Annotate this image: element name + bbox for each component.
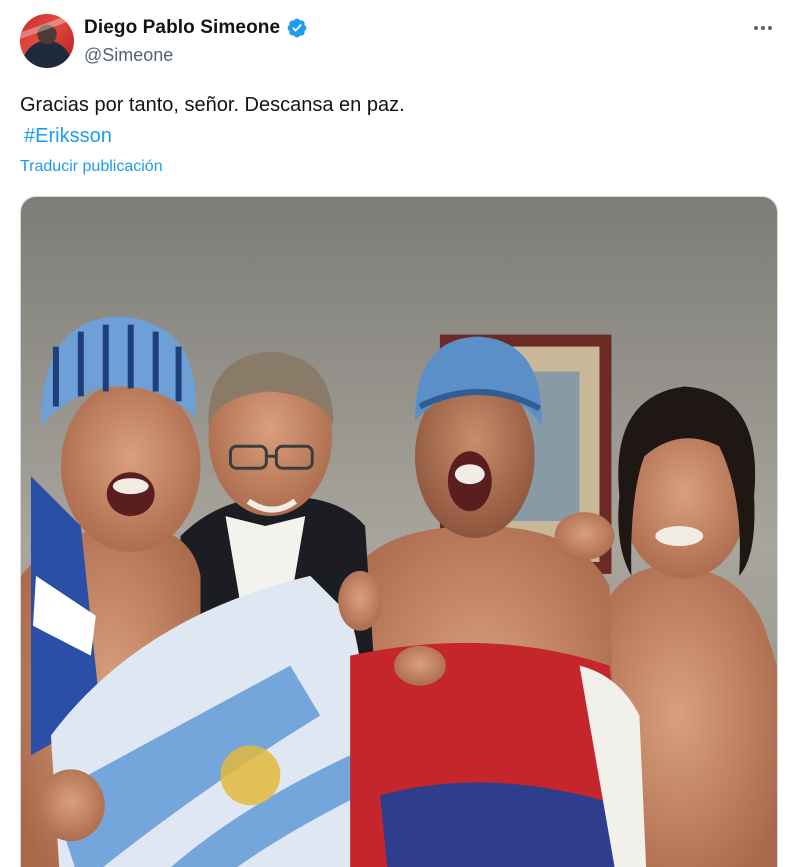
author-avatar[interactable]	[20, 14, 74, 68]
photo-illustration	[21, 197, 777, 867]
author-name-row: Diego Pablo Simeone	[84, 17, 308, 39]
tweet-text: Gracias por tanto, señor. Descansa en pa…	[20, 94, 405, 116]
more-options-icon[interactable]	[748, 18, 778, 38]
author-display-name[interactable]: Diego Pablo Simeone	[84, 17, 280, 39]
hashtag-link[interactable]: #Eriksson	[24, 123, 112, 149]
translate-post-link[interactable]: Traducir publicación	[20, 158, 163, 176]
tweet-card: Diego Pablo Simeone @Simeone Gracias por…	[0, 0, 800, 867]
tweet-photo[interactable]	[20, 196, 778, 867]
verified-badge-icon[interactable]	[286, 17, 308, 39]
author-handle[interactable]: @Simeone	[84, 45, 173, 66]
